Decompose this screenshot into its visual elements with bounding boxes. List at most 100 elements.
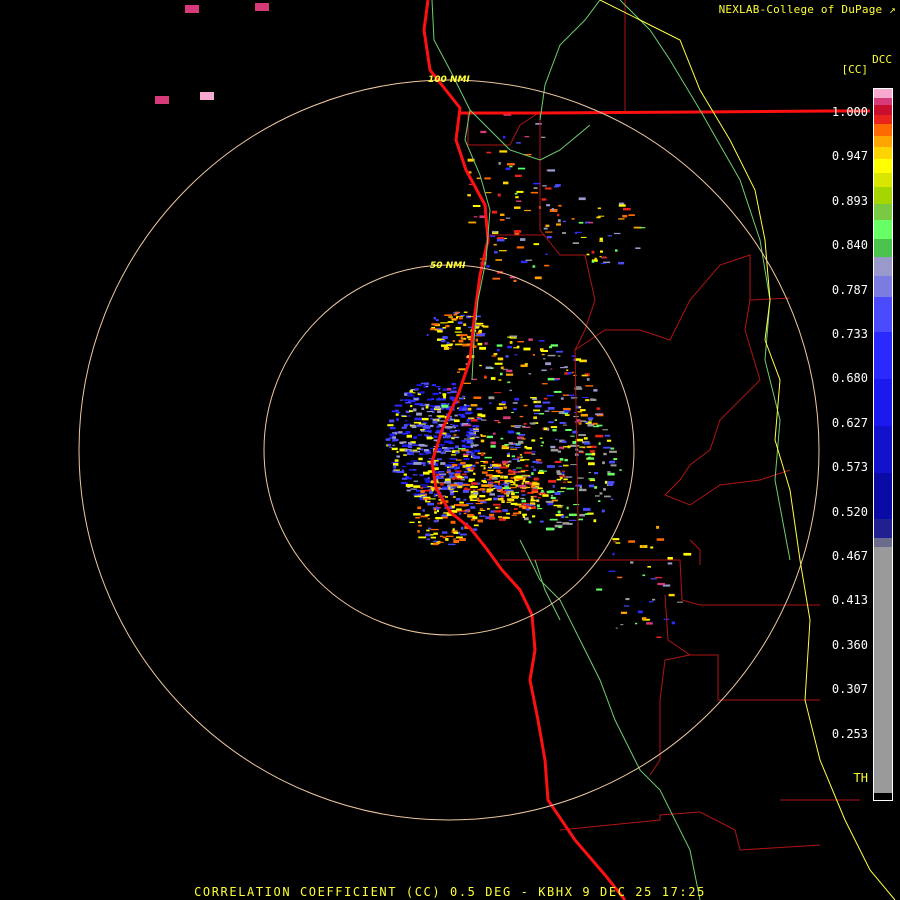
echo-pixel — [511, 514, 517, 516]
echo-pixel — [583, 507, 591, 511]
echo-pixel — [618, 218, 625, 220]
echo-pixel — [466, 503, 474, 505]
echo-pixel — [435, 386, 441, 388]
echo-pixel — [401, 469, 404, 473]
echo-pixel — [523, 404, 528, 407]
echo-pixel — [641, 617, 647, 620]
echo-pixel — [560, 477, 563, 480]
echo-pixel — [392, 444, 395, 446]
echo-pixel — [484, 375, 487, 378]
echo-pixel — [483, 333, 486, 335]
echo-pixel — [424, 403, 430, 406]
echo-pixel — [497, 357, 504, 361]
echo-pixel — [467, 436, 472, 438]
echo-pixel — [496, 406, 503, 410]
echo-pixel — [484, 456, 492, 459]
echo-pixel — [429, 424, 434, 428]
echo-pixel — [458, 512, 462, 515]
echo-pixel — [557, 219, 561, 223]
echo-pixel — [490, 445, 496, 448]
echo-pixel — [413, 408, 417, 412]
echo-pixel — [449, 396, 455, 400]
echo-pixel — [594, 413, 603, 416]
echo-pixel — [583, 437, 588, 440]
echo-pixel — [200, 92, 214, 100]
echo-pixel — [541, 136, 546, 138]
echo-pixel — [442, 447, 448, 449]
echo-pixel — [389, 426, 396, 430]
colorbar-segment — [874, 147, 892, 160]
echo-pixel — [558, 204, 562, 207]
echo-pixel — [451, 454, 457, 456]
echo-pixel — [533, 468, 537, 472]
echo-pixel — [560, 397, 564, 400]
header-credit[interactable]: NEXLAB-College of DuPage ↗ — [719, 3, 896, 16]
echo-pixel — [406, 489, 411, 492]
echo-pixel — [524, 136, 530, 138]
echo-pixel — [550, 445, 556, 449]
echo-pixel — [557, 510, 561, 514]
echo-pixel — [492, 475, 500, 478]
echo-pixel — [540, 350, 548, 352]
echo-pixel — [508, 470, 513, 472]
echo-pixel — [515, 491, 519, 494]
echo-pixel — [639, 227, 646, 229]
echo-pixel — [577, 411, 583, 413]
echo-pixel — [563, 424, 567, 426]
echo-pixel — [589, 479, 596, 482]
echo-pixel — [483, 466, 486, 470]
echo-pixel — [509, 165, 513, 168]
echo-pixel — [485, 366, 492, 369]
echo-pixel — [473, 492, 479, 495]
echo-pixel — [494, 392, 502, 394]
echo-pixel — [556, 223, 560, 225]
echo-pixel — [462, 453, 470, 456]
echo-pixel — [648, 600, 654, 603]
echo-pixel — [447, 469, 451, 472]
echo-pixel — [455, 459, 462, 461]
echo-pixel — [615, 542, 621, 544]
echo-pixel — [562, 481, 567, 483]
echo-pixel — [472, 455, 478, 458]
echo-pixel — [509, 446, 515, 448]
echo-pixel — [444, 433, 447, 435]
echo-pixel — [420, 494, 425, 496]
echo-pixel — [609, 460, 615, 464]
echo-pixel — [581, 374, 588, 377]
echo-pixel — [389, 433, 396, 437]
echo-pixel — [500, 437, 504, 440]
echo-pixel — [444, 314, 452, 316]
echo-pixel — [484, 192, 492, 194]
echo-pixel — [469, 497, 473, 500]
echo-pixel — [426, 529, 430, 532]
echo-pixel — [467, 467, 471, 471]
echo-pixel — [451, 383, 456, 386]
echo-pixel — [443, 512, 449, 514]
echo-pixel — [514, 354, 518, 356]
echo-pixel — [431, 323, 439, 326]
echo-pixel — [402, 433, 408, 435]
echo-pixel — [564, 458, 568, 462]
echo-pixel — [394, 404, 403, 407]
echo-pixel — [438, 415, 445, 418]
echo-pixel — [431, 418, 438, 420]
echo-pixel — [578, 518, 583, 521]
echo-pixel — [530, 397, 537, 399]
echo-pixel — [407, 450, 410, 453]
echo-pixel — [571, 218, 575, 220]
echo-pixel — [432, 420, 438, 424]
echo-pixel — [554, 460, 562, 463]
echo-pixel — [604, 495, 611, 498]
echo-pixel — [459, 334, 468, 337]
echo-pixel — [420, 486, 424, 489]
echo-pixel — [491, 210, 498, 214]
echo-pixel — [546, 465, 555, 468]
echo-pixel — [463, 382, 471, 384]
echo-pixel — [454, 331, 462, 333]
echo-pixel — [405, 419, 408, 422]
echo-pixel — [401, 466, 407, 468]
echo-pixel — [578, 488, 587, 492]
echo-pixel — [580, 420, 587, 422]
echo-pixel — [464, 511, 469, 513]
echo-pixel — [433, 542, 439, 546]
